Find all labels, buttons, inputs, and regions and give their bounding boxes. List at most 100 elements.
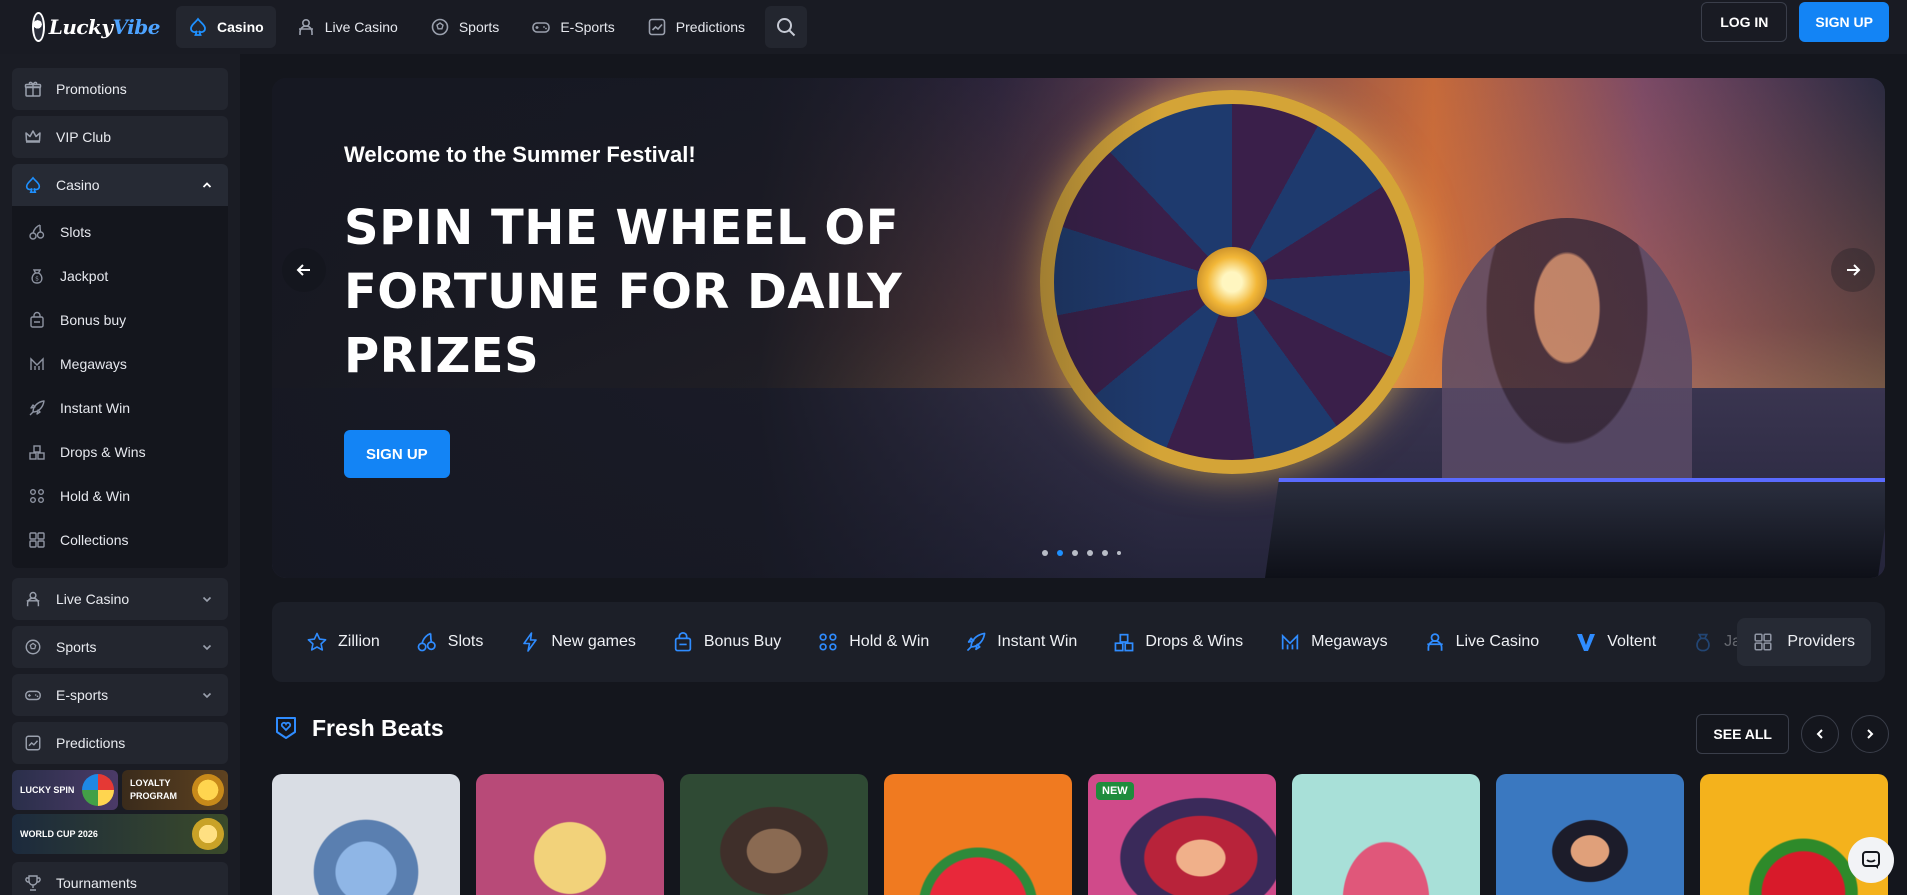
nav-casino[interactable]: Casino — [176, 6, 276, 48]
gift-icon — [24, 81, 42, 97]
dj-woman-image — [1442, 218, 1692, 518]
category-label: Zillion — [338, 633, 380, 650]
chevron-left-icon — [1816, 729, 1823, 739]
arrow-right-icon — [1847, 264, 1861, 276]
providers-button[interactable]: Providers — [1737, 618, 1871, 666]
category-label: New games — [551, 633, 636, 650]
dots-grid-icon — [30, 489, 44, 503]
game-tile[interactable] — [884, 774, 1072, 895]
category-megaways[interactable]: Megaways — [1279, 631, 1388, 653]
grid-icon — [1754, 633, 1772, 651]
sidebar-subitem-label: Megaways — [60, 356, 127, 372]
nav-esports[interactable]: E-Sports — [519, 6, 626, 48]
carousel-dot[interactable] — [1072, 550, 1078, 556]
dealer-icon — [26, 591, 40, 607]
money-bag-icon: $ — [31, 269, 43, 284]
login-button[interactable]: LOG IN — [1701, 2, 1788, 42]
sidebar-item-casino[interactable]: Casino — [12, 164, 228, 206]
category-bar: Zillion Slots New games Bonus Buy Hold &… — [272, 602, 1885, 682]
category-zillion[interactable]: Zillion — [306, 631, 380, 653]
section-next-button[interactable] — [1851, 715, 1889, 753]
nav-esports-label: E-Sports — [560, 19, 615, 35]
sidebar-subitem-slots[interactable]: Slots — [12, 210, 228, 254]
nav-casino-label: Casino — [217, 19, 264, 35]
soccer-ball-icon — [25, 639, 41, 655]
heart-badge-icon — [276, 717, 296, 739]
new-badge: NEW — [1096, 782, 1134, 800]
nav-live-casino[interactable]: Live Casino — [284, 6, 410, 48]
loyalty-program-banner[interactable]: LOYALTY PROGRAM — [122, 770, 228, 810]
carousel-dot-active[interactable] — [1057, 550, 1063, 556]
hero-next-button[interactable] — [1831, 248, 1875, 292]
logo-word-1: Lucky — [48, 15, 113, 39]
logo-word-2: Vibe — [112, 15, 161, 39]
sidebar-subitem-label: Slots — [60, 224, 92, 240]
category-new-games[interactable]: New games — [519, 631, 636, 653]
gamepad-icon — [532, 22, 551, 33]
wheel-hub — [1197, 247, 1267, 317]
sidebar-subitem-jackpot[interactable]: $ Jackpot — [12, 254, 228, 298]
lucky-vibe-logo[interactable]: LuckyVibe — [0, 0, 161, 54]
sidebar-subitem-collections[interactable]: Collections — [12, 518, 228, 562]
sidebar-item-label: VIP Club — [56, 129, 111, 145]
sidebar-item-tournaments[interactable]: Tournaments — [12, 862, 228, 895]
sidebar-item-promotions[interactable]: Promotions — [12, 68, 228, 110]
sidebar-subitem-hold-win[interactable]: Hold & Win — [12, 474, 228, 518]
lucky-spin-banner[interactable]: LUCKY SPIN — [12, 770, 118, 810]
section-header: Fresh Beats — [272, 714, 444, 742]
game-tile[interactable]: NEW — [1088, 774, 1276, 895]
trophy-icon — [25, 875, 41, 891]
sidebar-subitem-label: Collections — [60, 532, 129, 548]
sidebar-item-sports[interactable]: Sports — [12, 626, 228, 668]
category-drops-wins[interactable]: Drops & Wins — [1113, 631, 1243, 653]
sidebar-subitem-instant-win[interactable]: Instant Win — [12, 386, 228, 430]
sidebar-subitem-bonus-buy[interactable]: Bonus buy — [12, 298, 228, 342]
bonus-bag-icon — [674, 631, 692, 652]
game-tile[interactable] — [272, 774, 460, 895]
carousel-dot[interactable] — [1087, 550, 1093, 556]
world-cup-label: WORLD CUP 2026 — [20, 828, 98, 839]
category-bonus-buy[interactable]: Bonus Buy — [672, 631, 781, 653]
sidebar-item-esports[interactable]: E-sports — [12, 674, 228, 716]
chevron-down-icon — [202, 644, 212, 651]
spade-icon — [25, 176, 41, 194]
category-instant-win[interactable]: Instant Win — [965, 631, 1077, 653]
trophy-icon — [192, 818, 224, 850]
category-jackpot[interactable]: Ja — [1692, 631, 1741, 653]
money-bag-icon — [1696, 633, 1710, 652]
section-prev-button[interactable] — [1801, 715, 1839, 753]
sidebar-subitem-label: Bonus buy — [60, 312, 127, 328]
logo-mark-icon — [32, 12, 45, 42]
support-chat-button[interactable] — [1848, 837, 1894, 883]
carousel-dot[interactable] — [1042, 550, 1048, 556]
carousel-dot[interactable] — [1102, 550, 1108, 556]
game-tile[interactable] — [1292, 774, 1480, 895]
header-signup-button[interactable]: SIGN UP — [1799, 2, 1889, 42]
category-hold-win[interactable]: Hold & Win — [817, 631, 929, 653]
sidebar: Promotions VIP Club Casino Slots $ Jackp… — [0, 54, 240, 895]
category-live-casino[interactable]: Live Casino — [1424, 631, 1539, 653]
world-cup-banner[interactable]: WORLD CUP 2026 — [12, 814, 228, 854]
game-tile[interactable] — [476, 774, 664, 895]
category-voltent[interactable]: Voltent — [1575, 631, 1656, 653]
sidebar-item-vip-club[interactable]: VIP Club — [12, 116, 228, 158]
game-tile[interactable] — [680, 774, 868, 895]
cherries-icon — [29, 224, 45, 240]
see-all-button[interactable]: SEE ALL — [1696, 714, 1789, 754]
hero-prev-button[interactable] — [282, 248, 326, 292]
sidebar-item-live-casino[interactable]: Live Casino — [12, 578, 228, 620]
search-button[interactable] — [765, 6, 808, 48]
boxes-icon — [1114, 633, 1134, 652]
sidebar-subitem-drops-wins[interactable]: Drops & Wins — [12, 430, 228, 474]
nav-sports[interactable]: Sports — [418, 6, 511, 48]
lucky-spin-label: LUCKY SPIN — [20, 784, 75, 795]
sidebar-subitem-megaways[interactable]: Megaways — [12, 342, 228, 386]
category-slots[interactable]: Slots — [416, 631, 483, 653]
providers-label: Providers — [1787, 633, 1855, 650]
sidebar-item-predictions[interactable]: Predictions — [12, 722, 228, 764]
hero-signup-button[interactable]: SIGN UP — [344, 430, 450, 478]
carousel-dot[interactable] — [1117, 551, 1121, 555]
nav-predictions[interactable]: Predictions — [635, 6, 757, 48]
game-tile[interactable] — [1496, 774, 1684, 895]
nav-live-casino-label: Live Casino — [324, 19, 398, 35]
